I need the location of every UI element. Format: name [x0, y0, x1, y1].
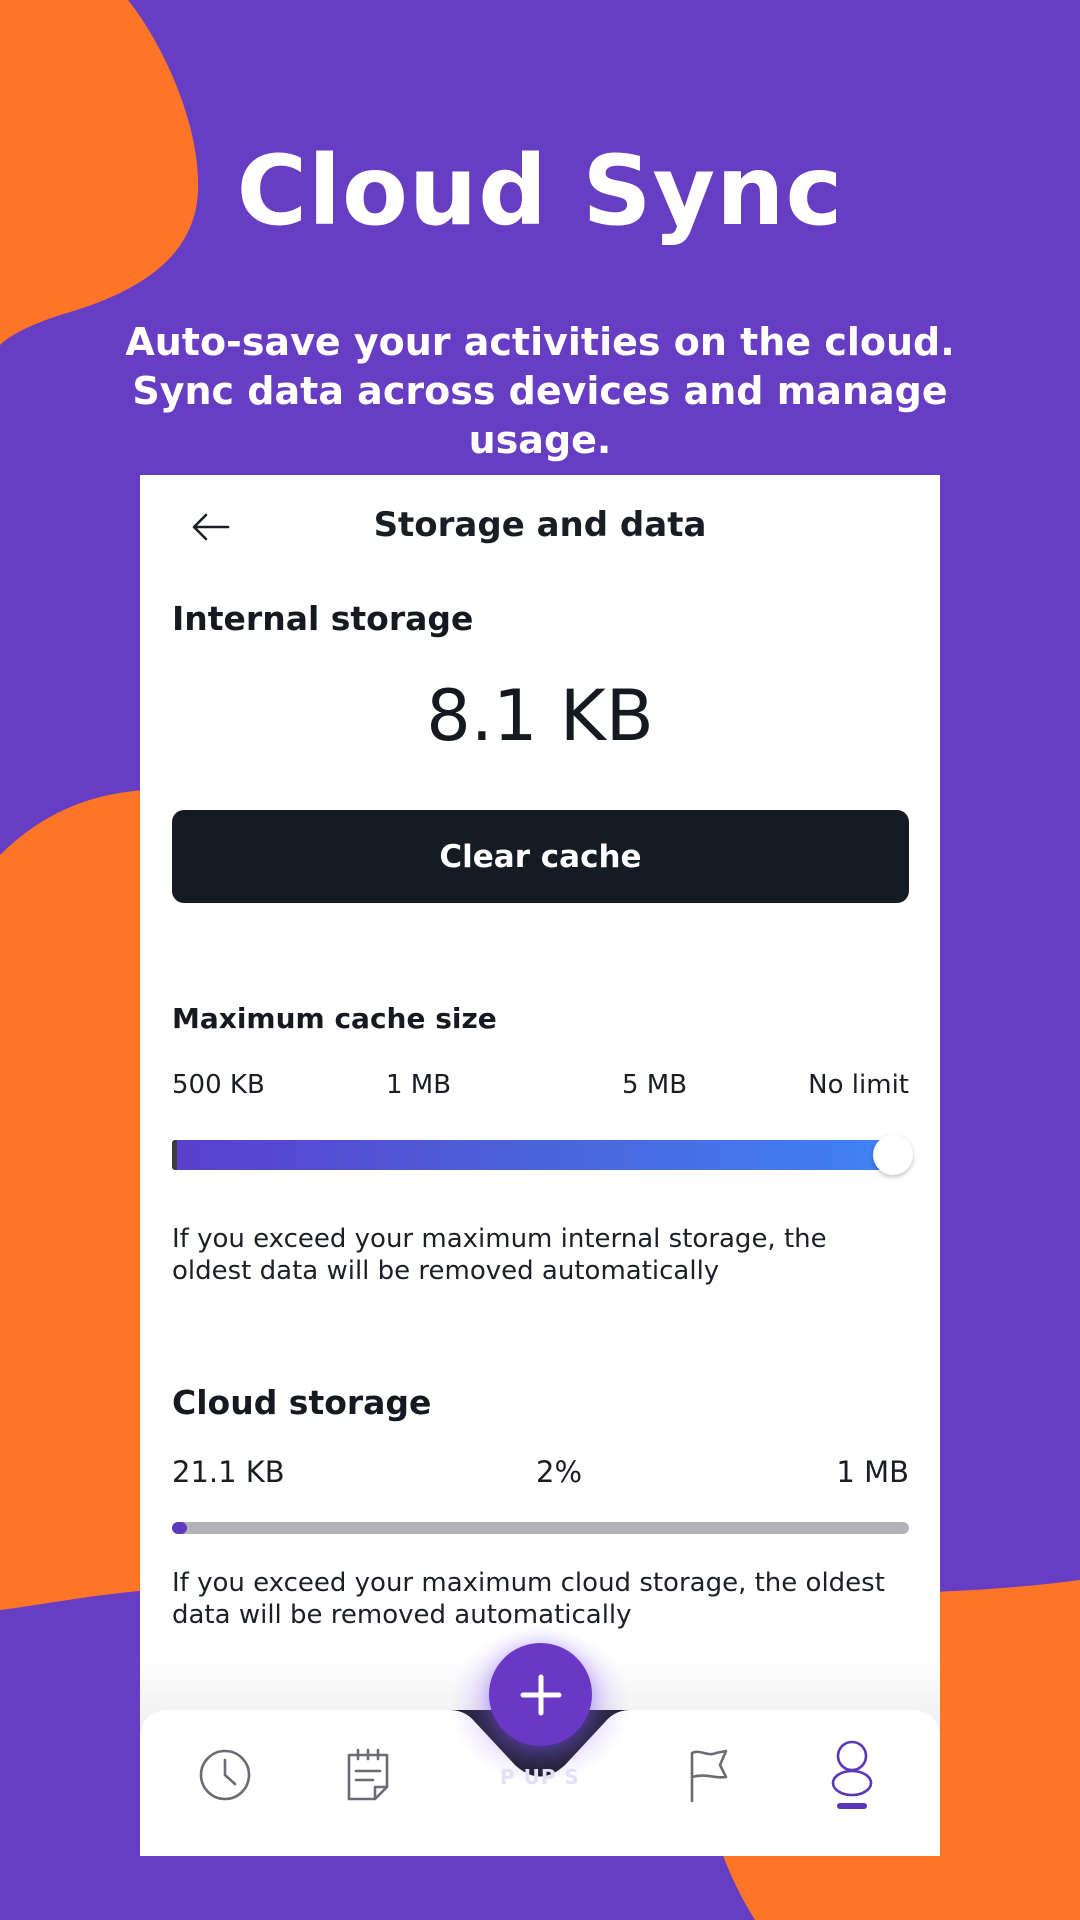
- cloud-used-value: 21.1 KB: [172, 1455, 285, 1489]
- notepad-icon: [347, 1748, 389, 1801]
- slider-thumb[interactable]: [873, 1135, 913, 1175]
- nav-notes[interactable]: [333, 1740, 403, 1810]
- clock-icon: [199, 1749, 251, 1801]
- tick-label[interactable]: No limit: [808, 1070, 909, 1100]
- decorative-blob-left: [0, 790, 150, 1610]
- nav-history[interactable]: [190, 1740, 260, 1810]
- cloud-limit-value: 1 MB: [836, 1455, 909, 1489]
- tick-label[interactable]: 1 MB: [386, 1070, 451, 1100]
- cloud-usage-percent: 2%: [536, 1455, 583, 1489]
- slider-track-start: [172, 1140, 177, 1170]
- cloud-usage-progress-fill: [172, 1522, 187, 1534]
- hero-title: Cloud Sync: [236, 135, 844, 247]
- top-app-bar: Storage and data: [140, 475, 940, 575]
- cloud-usage-row: 21.1 KB 2% 1 MB: [172, 1455, 909, 1491]
- fab-partial-label: P UP S: [500, 1765, 580, 1789]
- cloud-note: If you exceed your maximum cloud storage…: [172, 1568, 885, 1630]
- clear-cache-button[interactable]: Clear cache: [172, 810, 909, 903]
- screen-title: Storage and data: [373, 505, 707, 545]
- flag-icon: [690, 1749, 728, 1803]
- tick-label[interactable]: 5 MB: [622, 1070, 687, 1100]
- nav-profile[interactable]: [817, 1740, 887, 1810]
- nav-goals[interactable]: [674, 1740, 744, 1810]
- cache-size-slider[interactable]: [172, 1135, 913, 1175]
- profile-icon: [831, 1740, 873, 1809]
- cache-note: If you exceed your maximum internal stor…: [172, 1224, 827, 1286]
- cloud-usage-progress-bar: [172, 1522, 909, 1534]
- plus-icon: [520, 1674, 561, 1715]
- hero-subtitle: Auto-save your activities on the cloud. …: [125, 320, 955, 462]
- cache-size-ticks: 500 KB 1 MB 5 MB No limit: [172, 1070, 909, 1104]
- max-cache-heading: Maximum cache size: [172, 1002, 497, 1035]
- internal-storage-value: 8.1 KB: [426, 675, 654, 757]
- add-button[interactable]: [489, 1643, 592, 1746]
- slider-track: [172, 1140, 895, 1170]
- internal-storage-heading: Internal storage: [172, 599, 474, 638]
- tick-label[interactable]: 500 KB: [172, 1070, 265, 1100]
- phone-screen: Storage and data Internal storage 8.1 KB…: [140, 475, 940, 1856]
- cloud-storage-heading: Cloud storage: [172, 1383, 432, 1422]
